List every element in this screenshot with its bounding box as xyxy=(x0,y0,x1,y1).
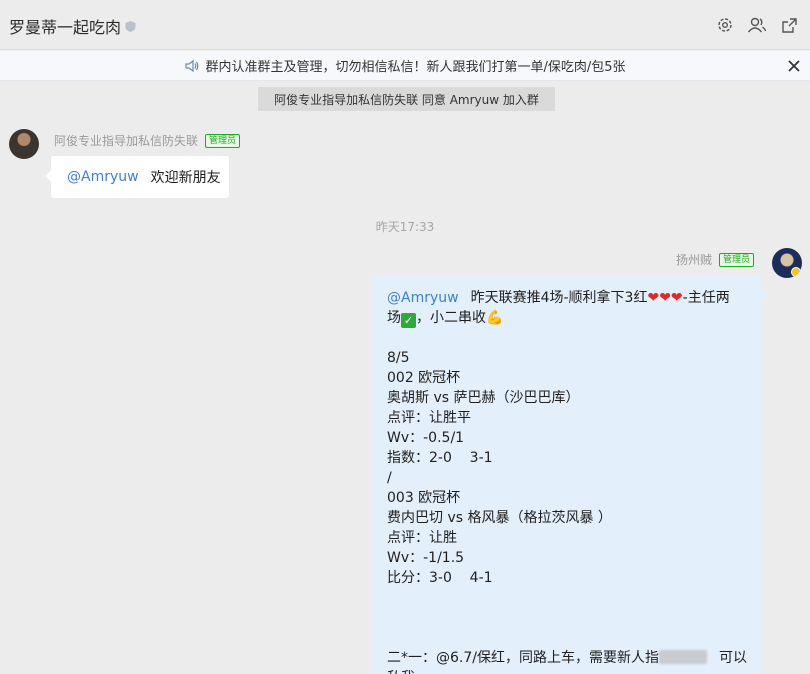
message-line: 场 ✓ ，小二串收💪 xyxy=(387,308,745,328)
message-line: Wv：-1/1.5 xyxy=(387,550,465,566)
message-line: 奥胡斯 vs 萨巴赫（沙巴巴库） xyxy=(387,390,580,406)
speaker-icon xyxy=(185,59,199,72)
message-line: 8/5 xyxy=(387,350,410,366)
close-icon[interactable] xyxy=(786,58,802,74)
message-text: -主任两 xyxy=(682,290,730,306)
message-line: @Amryuw 昨天联赛推4场-顺利拿下3红❤❤❤-主任两 xyxy=(387,288,745,308)
message-text: 可以 xyxy=(718,650,747,666)
group-members-icon[interactable] xyxy=(746,14,768,36)
gear-icon[interactable] xyxy=(714,14,736,36)
message-text: 二*一：@6.7/保红，同路上车，需要新人指 xyxy=(387,650,659,666)
message-text: 昨天联赛推4场-顺利拿下3红 xyxy=(470,290,648,306)
flexed-arm-icon: 💪 xyxy=(486,310,504,326)
sender-name-line: 扬州贼 管理员 xyxy=(676,251,755,268)
external-link-icon[interactable] xyxy=(778,14,800,36)
redacted-block xyxy=(658,650,707,664)
message-bubble[interactable]: @Amryuw 欢迎新朋友 xyxy=(45,156,229,198)
message-line: / xyxy=(387,470,392,486)
message-line: 003 欧冠杯 xyxy=(387,490,461,506)
check-mark-icon: ✓ xyxy=(401,313,416,328)
message-line: 002 欧冠杯 xyxy=(387,370,461,386)
mention-link[interactable]: @Amryuw xyxy=(387,290,459,306)
message-line: 私我 xyxy=(387,668,745,674)
notice-text: 群内认准群主及管理，切勿相信私信！新人跟我们打第一单/保吃肉/包5张 xyxy=(205,60,626,75)
timestamp: 昨天17:33 xyxy=(375,220,435,234)
message-line: 点评：让胜 xyxy=(387,530,457,546)
sender-name: 阿俊专业指导加私信防失联 xyxy=(54,134,199,148)
message-text: 欢迎新朋友 xyxy=(150,170,221,186)
group-title-text: 罗曼蒂一起吃肉 xyxy=(9,18,122,37)
system-message: 阿俊专业指导加私信防失联 同意 Amryuw 加入群 xyxy=(258,87,555,111)
message-line: Wv：-0.5/1 xyxy=(387,430,465,446)
message-text: ，小二串收 xyxy=(416,310,486,326)
admin-badge: 管理员 xyxy=(205,133,241,148)
mention-link[interactable]: @Amryuw xyxy=(67,169,139,185)
admin-badge: 管理员 xyxy=(719,252,755,267)
group-title: 罗曼蒂一起吃肉 xyxy=(9,14,137,38)
avatar[interactable] xyxy=(772,248,802,278)
message-line: 指数：2-0 3-1 xyxy=(387,450,493,466)
message-line: 点评：让胜平 xyxy=(387,410,471,426)
message-line: 费内巴切 vs 格风暴（格拉茨风暴 ） xyxy=(387,510,612,526)
group-shield-icon xyxy=(125,20,136,32)
chat-header: 罗曼蒂一起吃肉 xyxy=(0,0,810,50)
verified-badge-icon xyxy=(791,267,801,277)
message-text: 场 xyxy=(387,310,401,326)
group-notice-bar[interactable]: 群内认准群主及管理，切勿相信私信！新人跟我们打第一单/保吃肉/包5张 xyxy=(0,51,810,81)
message-line: 二*一：@6.7/保红，同路上车，需要新人指 可以 xyxy=(387,648,747,668)
sender-name-line: 阿俊专业指导加私信防失联 管理员 xyxy=(54,132,241,149)
message-line: 比分：3-0 4-1 xyxy=(387,570,493,586)
message-bubble[interactable]: @Amryuw 昨天联赛推4场-顺利拿下3红❤❤❤-主任两 场 ✓ ，小二串收💪 8/… xyxy=(371,275,767,674)
heart-icon: ❤❤❤ xyxy=(647,290,683,306)
sender-name: 扬州贼 xyxy=(676,253,713,267)
avatar[interactable] xyxy=(9,129,39,159)
